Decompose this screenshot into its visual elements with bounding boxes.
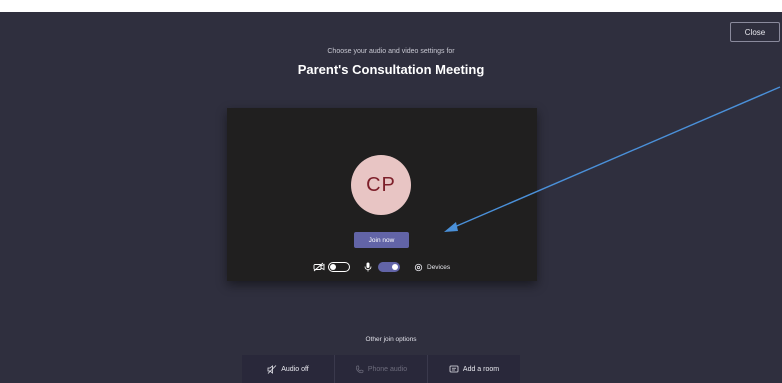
devices-button[interactable]: Devices xyxy=(414,261,450,273)
microphone-toggle-knob xyxy=(392,264,398,270)
camera-toggle[interactable] xyxy=(328,262,350,272)
join-now-button[interactable]: Join now xyxy=(354,232,409,248)
audio-off-option[interactable]: Audio off xyxy=(242,355,335,383)
meeting-title: Parent's Consultation Meeting xyxy=(297,62,485,77)
speaker-off-icon xyxy=(267,364,277,374)
avatar: CP xyxy=(351,155,411,215)
phone-audio-option[interactable]: Phone audio xyxy=(335,355,428,383)
gear-icon xyxy=(414,263,423,271)
camera-off-icon xyxy=(313,262,325,272)
devices-label: Devices xyxy=(427,263,451,271)
camera-toggle-knob xyxy=(330,264,336,270)
other-join-options-bar: Audio off Phone audio Add a room xyxy=(242,355,520,383)
add-a-room-label: Add a room xyxy=(462,365,500,373)
microphone-icon xyxy=(364,262,372,272)
phone-audio-label: Phone audio xyxy=(367,365,408,373)
prejoin-subtitle: Choose your audio and video settings for xyxy=(327,48,455,55)
window-top-strip xyxy=(0,0,782,12)
media-controls: Devices xyxy=(227,259,537,275)
add-a-room-option[interactable]: Add a room xyxy=(428,355,520,383)
room-icon xyxy=(449,365,459,372)
audio-off-label: Audio off xyxy=(281,365,309,373)
phone-icon xyxy=(355,365,364,373)
other-join-options-heading: Other join options xyxy=(365,336,417,343)
close-button[interactable]: Close xyxy=(730,22,780,42)
video-preview-panel: CP Join now Devices xyxy=(227,108,537,281)
teams-prejoin-screen: Close Choose your audio and video settin… xyxy=(0,0,782,383)
microphone-toggle[interactable] xyxy=(378,262,400,272)
